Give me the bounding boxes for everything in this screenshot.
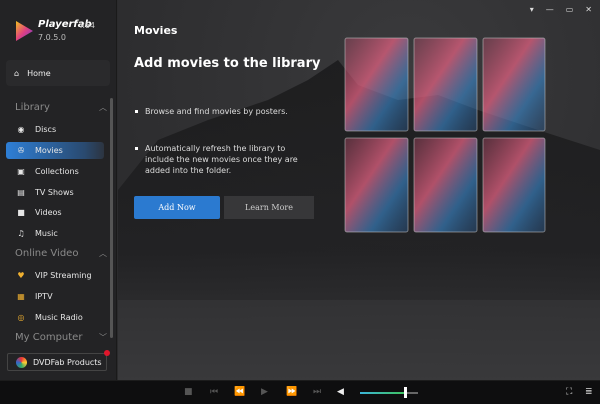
sidebar-scrollbar[interactable]	[110, 98, 113, 338]
learn-more-button[interactable]: Learn More	[224, 196, 314, 219]
dvdfab-icon	[16, 356, 27, 368]
vip-crown-icon: ♥	[17, 271, 25, 280]
section-library[interactable]: Library ︿	[15, 102, 107, 113]
sidebar: Playerfab x64 7.0.5.0 ⌂ Home Library ︿ ◉ Di…	[0, 0, 117, 380]
volume-knob[interactable]	[404, 387, 408, 398]
dvdfab-products-button[interactable]: DVDFab Products	[7, 350, 110, 371]
notification-dot	[104, 350, 110, 356]
sidebar-item-music-radio[interactable]: ◎ Music Radio	[6, 309, 104, 326]
close-icon[interactable]: ✕	[585, 5, 592, 14]
volume-slider[interactable]	[360, 387, 418, 398]
add-now-button[interactable]: Add Now	[134, 196, 220, 219]
home-icon: ⌂	[14, 68, 20, 78]
section-my-computer[interactable]: My Computer ﹀	[15, 332, 107, 343]
sidebar-item-movies[interactable]: ✇ Movies	[6, 142, 104, 159]
play-icon[interactable]: ▶	[261, 387, 268, 397]
chevron-up-icon: ︿	[99, 103, 107, 112]
app-arch: x64	[80, 21, 95, 30]
sidebar-item-tv-shows[interactable]: ▤ TV Shows	[6, 184, 104, 201]
sidebar-item-collections[interactable]: ▣ Collections	[6, 163, 104, 180]
tv-icon: ▤	[17, 188, 25, 197]
chevron-up-icon: ︿	[99, 249, 107, 258]
previous-track-icon[interactable]: ⏮	[210, 387, 218, 397]
sidebar-item-home[interactable]: ⌂ Home	[6, 60, 110, 86]
sidebar-item-videos[interactable]: ■ Videos	[6, 204, 104, 221]
radio-icon: ◎	[17, 313, 25, 322]
main-content: ▾ — ▭ ✕ Movies Add movies to the library…	[118, 0, 600, 380]
sidebar-item-iptv[interactable]: ▦ IPTV	[6, 288, 104, 305]
fullscreen-icon[interactable]: ⛶	[566, 387, 572, 397]
volume-level	[360, 392, 406, 394]
iptv-icon: ▦	[17, 292, 25, 301]
page-title: Movies	[134, 24, 178, 37]
playerfab-logo	[16, 21, 33, 41]
sidebar-item-discs[interactable]: ◉ Discs	[6, 121, 104, 138]
volume-icon[interactable]: ◀	[337, 387, 344, 397]
sidebar-item-music[interactable]: ♫ Music	[6, 225, 104, 242]
maximize-icon[interactable]: ▭	[566, 5, 574, 14]
sidebar-item-vip-streaming[interactable]: ♥ VIP Streaming	[6, 267, 104, 284]
collections-icon: ▣	[17, 167, 25, 176]
chevron-down-icon: ﹀	[99, 333, 107, 342]
film-reel-icon: ✇	[17, 146, 25, 155]
minimize-icon[interactable]: —	[546, 5, 554, 14]
rewind-icon[interactable]: ⏪	[234, 387, 245, 397]
stop-icon[interactable]: ■	[184, 387, 193, 397]
player-control-bar: ■ ⏮ ⏪ ▶ ⏩ ⏭ ◀ ⛶ ≣	[0, 380, 600, 404]
disc-icon: ◉	[17, 125, 25, 134]
app-version: 7.0.5.0	[38, 33, 66, 42]
video-camera-icon: ■	[17, 208, 25, 217]
window-controls: ▾ — ▭ ✕	[530, 5, 592, 14]
music-note-icon: ♫	[17, 229, 25, 238]
feature-bullet: Automatically refresh the library to inc…	[134, 143, 304, 176]
fast-forward-icon[interactable]: ⏩	[286, 387, 297, 397]
menu-dropdown-icon[interactable]: ▾	[530, 5, 534, 14]
next-track-icon[interactable]: ⏭	[313, 387, 321, 397]
page-heading: Add movies to the library	[134, 56, 321, 71]
playlist-icon[interactable]: ≣	[585, 387, 593, 397]
feature-bullet: Browse and find movies by posters.	[134, 106, 304, 117]
section-online-video[interactable]: Online Video ︿	[15, 248, 107, 259]
